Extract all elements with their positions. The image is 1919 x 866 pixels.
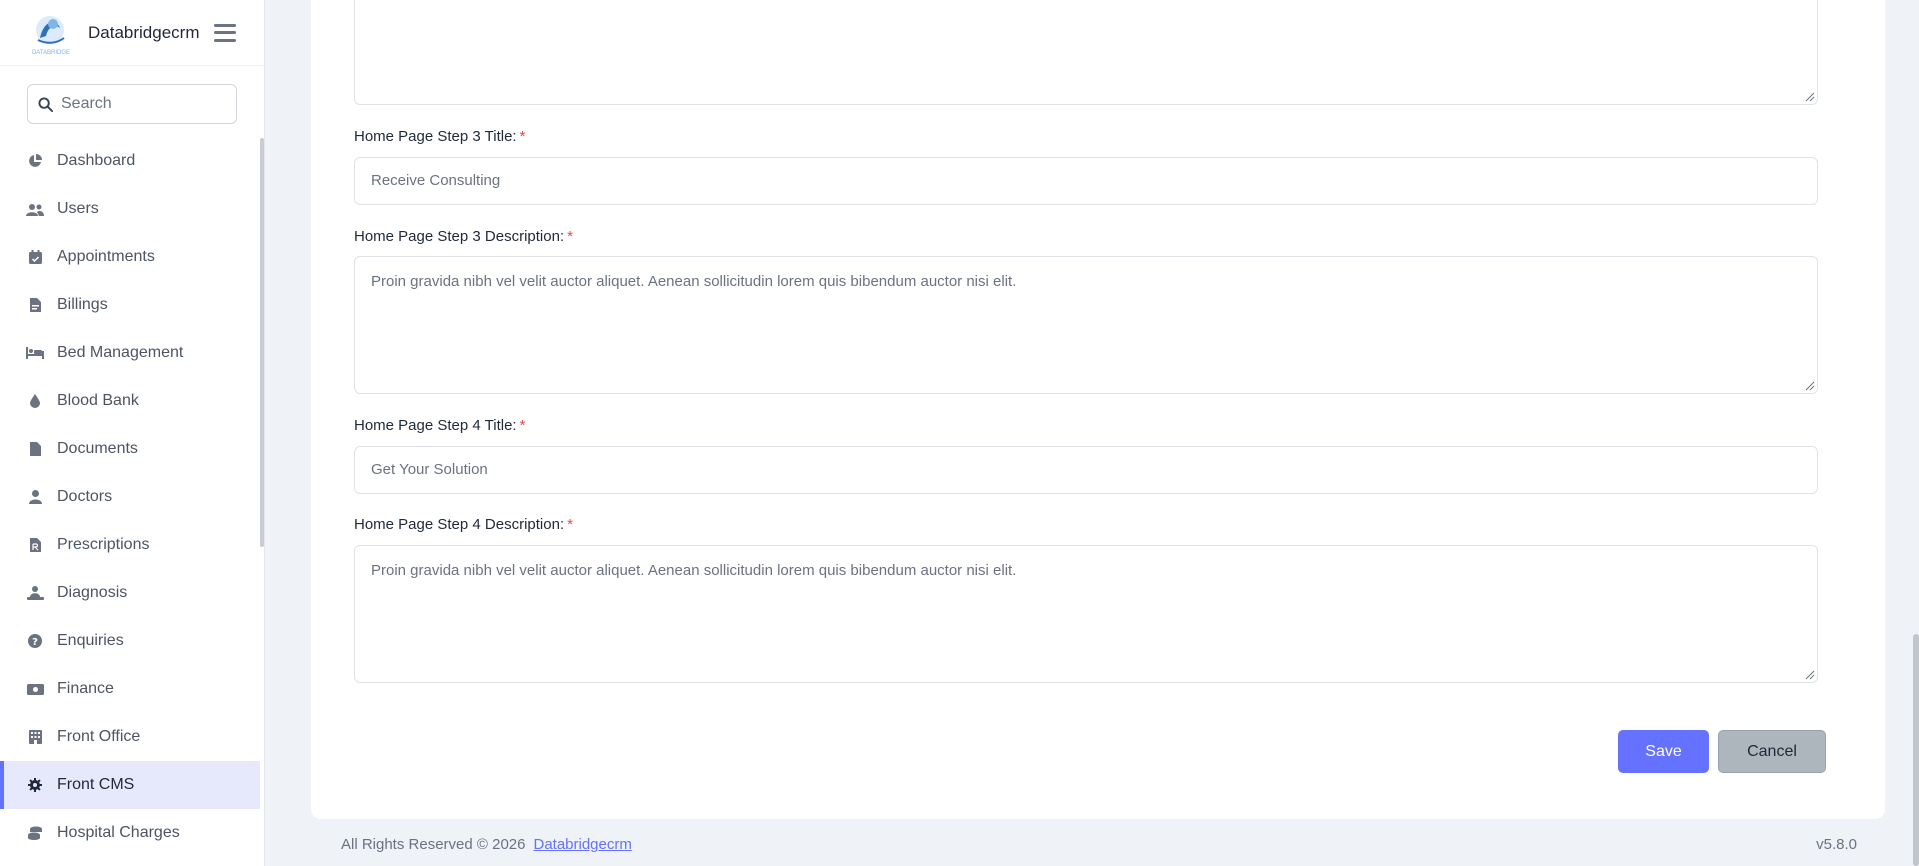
version-label: v5.8.0 <box>1816 836 1857 853</box>
file-icon <box>26 442 44 456</box>
step4-description-label-text: Home Page Step 4 Description: <box>354 516 565 533</box>
bed-icon <box>26 347 44 359</box>
sidebar-item-label: Doctors <box>57 488 113 505</box>
menu-toggle-icon[interactable] <box>213 23 236 42</box>
footer-left: All Rights Reserved © 2026 Databridgecrm <box>341 836 632 853</box>
cancel-button[interactable]: Cancel <box>1718 730 1826 773</box>
search-icon <box>38 96 53 112</box>
sidebar-item-documents[interactable]: Documents <box>0 425 260 473</box>
search-box <box>27 84 237 124</box>
sidebar-item-label: Bed Management <box>57 344 184 361</box>
sidebar-item-label: Prescriptions <box>57 536 150 553</box>
required-mark: * <box>567 516 573 533</box>
required-mark: * <box>567 228 573 245</box>
required-mark: * <box>519 128 526 145</box>
sidebar-item-label: Appointments <box>57 248 155 265</box>
gear-icon <box>26 778 44 792</box>
step4-description-textarea[interactable]: Proin gravida nibh vel velit auctor aliq… <box>354 545 1818 683</box>
sidebar-item-billings[interactable]: Billings <box>0 281 260 329</box>
sidebar-item-appointments[interactable]: Appointments <box>0 233 260 281</box>
step4-title-input[interactable]: Get Your Solution <box>354 446 1818 494</box>
calendar-check-icon <box>26 250 44 264</box>
building-icon <box>26 730 44 744</box>
step2-description-textarea[interactable] <box>354 0 1818 105</box>
step3-title-label: Home Page Step 3 Title: * <box>354 128 525 145</box>
footer: All Rights Reserved © 2026 Databridgecrm … <box>341 836 1857 853</box>
sidebar-item-hospital-charges[interactable]: Hospital Charges <box>0 809 260 857</box>
coins-icon <box>26 826 44 840</box>
step4-description-label: Home Page Step 4 Description: * <box>354 516 573 533</box>
sidebar-item-finance[interactable]: Finance <box>0 665 260 713</box>
sidebar-item-label: Front Office <box>57 728 141 745</box>
sidebar-item-label: Blood Bank <box>57 392 139 409</box>
step4-title-label-text: Home Page Step 4 Title: <box>354 417 517 434</box>
form-card <box>311 0 1885 819</box>
resize-handle-icon[interactable] <box>1803 668 1815 680</box>
required-mark: * <box>519 417 526 434</box>
sidebar-item-label: Finance <box>57 680 114 697</box>
step3-title-input[interactable]: Receive Consulting <box>354 157 1818 205</box>
sidebar-item-diagnosis[interactable]: Diagnosis <box>0 569 260 617</box>
resize-handle-icon[interactable] <box>1803 90 1815 102</box>
sidebar-item-label: Diagnosis <box>57 584 128 601</box>
step3-description-label: Home Page Step 3 Description: * <box>354 228 573 245</box>
sidebar-item-label: Dashboard <box>57 152 136 169</box>
step4-description-text: Proin gravida nibh vel velit auctor aliq… <box>371 562 1017 579</box>
droplet-icon <box>26 394 44 408</box>
search-input[interactable] <box>61 95 211 113</box>
sidebar-item-front-office[interactable]: Front Office <box>0 713 260 761</box>
sidebar-item-users[interactable]: Users <box>0 185 260 233</box>
app-logo[interactable]: DATABRIDGE <box>26 10 76 56</box>
question-circle-icon: ? <box>26 634 44 648</box>
chart-pie-icon <box>26 154 44 168</box>
sidebar-item-bed-management[interactable]: Bed Management <box>0 329 260 377</box>
save-button[interactable]: Save <box>1618 730 1709 773</box>
page-scrollbar[interactable] <box>1913 634 1919 866</box>
sidebar-item-blood-bank[interactable]: Blood Bank <box>0 377 260 425</box>
step3-title-label-text: Home Page Step 3 Title: <box>354 128 517 145</box>
sidebar-item-doctors[interactable]: Doctors <box>0 473 260 521</box>
step3-description-label-text: Home Page Step 3 Description: <box>354 228 565 245</box>
sidebar-item-enquiries[interactable]: ? Enquiries <box>0 617 260 665</box>
user-doctor-icon <box>26 490 44 504</box>
app-name: Databridgecrm <box>88 22 200 42</box>
logo-text: DATABRIDGE <box>32 50 70 56</box>
brand-header: DATABRIDGE Databridgecrm <box>0 0 264 66</box>
footer-link[interactable]: Databridgecrm <box>533 836 631 853</box>
svg-text:?: ? <box>32 637 38 648</box>
sidebar-item-label: Hospital Charges <box>57 824 180 841</box>
sidebar-item-label: Billings <box>57 296 108 313</box>
money-bill-icon <box>26 683 44 695</box>
step4-title-label: Home Page Step 4 Title: * <box>354 417 525 434</box>
sidebar-item-label: Documents <box>57 440 138 457</box>
step3-description-textarea[interactable]: Proin gravida nibh vel velit auctor aliq… <box>354 256 1818 394</box>
file-prescription-icon <box>26 538 44 552</box>
sidebar-item-prescriptions[interactable]: Prescriptions <box>0 521 260 569</box>
sidebar-item-label: Users <box>57 200 99 217</box>
person-diagnosis-icon <box>26 586 44 600</box>
sidebar-item-dashboard[interactable]: Dashboard <box>0 137 260 185</box>
sidebar-item-front-cms[interactable]: Front CMS <box>0 761 260 809</box>
sidebar-nav: Dashboard Users Appointments Billings Be… <box>0 137 260 857</box>
users-icon <box>26 203 44 216</box>
sidebar-item-label: Front CMS <box>57 776 135 793</box>
sidebar-scrollbar[interactable] <box>260 138 264 547</box>
resize-handle-icon[interactable] <box>1803 379 1815 391</box>
file-invoice-icon <box>26 298 44 312</box>
sidebar: DATABRIDGE Databridgecrm Dashboard <box>0 0 265 866</box>
sidebar-item-label: Enquiries <box>57 632 124 649</box>
copyright-text: All Rights Reserved © 2026 <box>341 836 526 853</box>
step3-description-text: Proin gravida nibh vel velit auctor aliq… <box>371 273 1017 290</box>
